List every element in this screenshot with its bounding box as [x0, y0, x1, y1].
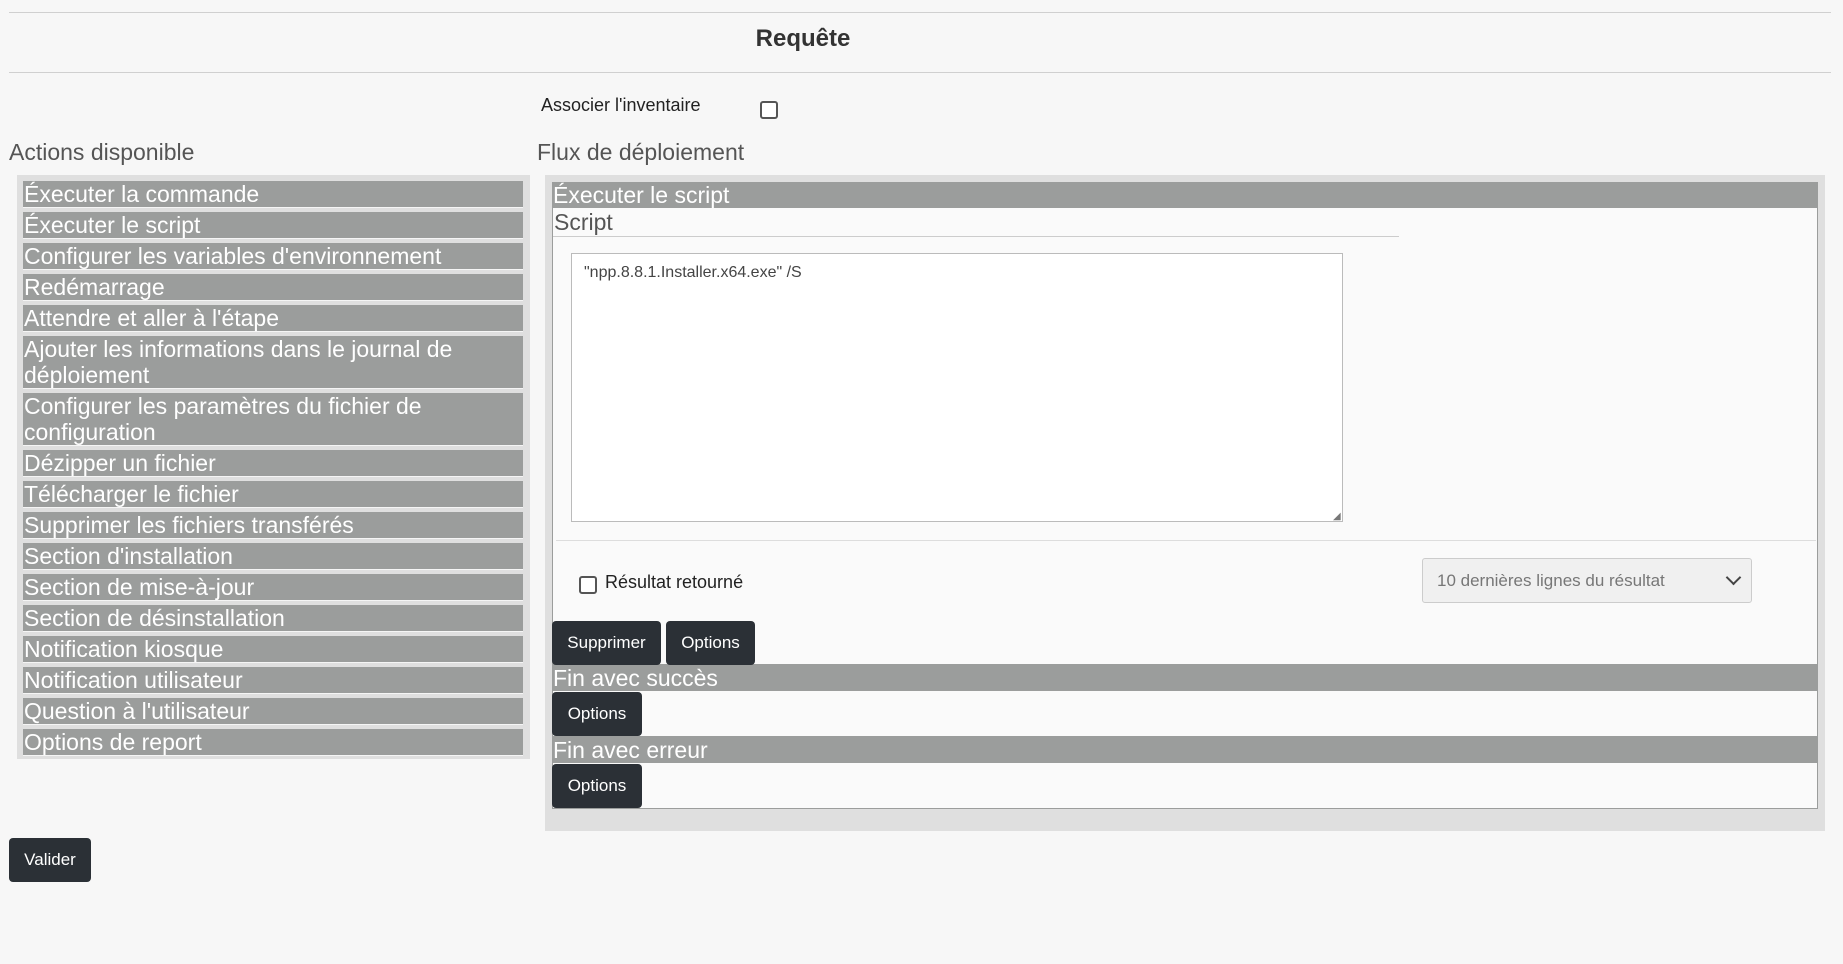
associate-inventory-label: Associer l'inventaire	[541, 95, 701, 115]
script-textarea[interactable]: "npp.8.8.1.Installer.x64.exe" /S	[571, 253, 1343, 522]
title-divider	[9, 72, 1831, 73]
action-item-download-file[interactable]: Télécharger le fichier	[23, 481, 523, 508]
action-item-add-log-info[interactable]: Ajouter les informations dans le journal…	[23, 336, 523, 389]
action-item-env-variables[interactable]: Configurer les variables d'environnement	[23, 243, 523, 270]
success-step-header[interactable]: Fin avec succès	[552, 665, 1818, 691]
action-item-unzip-file[interactable]: Dézipper un fichier	[23, 450, 523, 477]
action-item-postpone-options[interactable]: Options de report	[23, 729, 523, 756]
associate-inventory-checkbox[interactable]	[760, 101, 778, 119]
result-lines-select-value: 10 dernières lignes du résultat	[1437, 571, 1665, 590]
validate-button[interactable]: Valider	[9, 838, 91, 882]
action-item-uninstall-section[interactable]: Section de désinstallation	[23, 605, 523, 632]
action-item-kiosk-notification[interactable]: Notification kiosque	[23, 636, 523, 663]
script-step-body: Script "npp.8.8.1.Installer.x64.exe" /S …	[552, 208, 1818, 665]
deployment-flow-title: Flux de déploiement	[537, 139, 745, 165]
deployment-flow-panel: Éxecuter le script Script "npp.8.8.1.Ins…	[545, 175, 1825, 831]
action-item-user-notification[interactable]: Notification utilisateur	[23, 667, 523, 694]
top-divider	[9, 12, 1831, 13]
action-item-install-section[interactable]: Section d'installation	[23, 543, 523, 570]
flow-steps: Éxecuter le script Script "npp.8.8.1.Ins…	[552, 182, 1818, 809]
available-actions-panel: Éxecuter la commande Éxecuter le script …	[17, 175, 530, 759]
returned-result-label: Résultat retourné	[605, 572, 744, 592]
returned-result-checkbox[interactable]	[579, 576, 597, 594]
resize-grip-icon[interactable]: ◢	[1333, 512, 1343, 522]
success-step-body: Options	[552, 691, 1818, 737]
action-item-execute-command[interactable]: Éxecuter la commande	[23, 181, 523, 208]
action-item-update-section[interactable]: Section de mise-à-jour	[23, 574, 523, 601]
page-title: Requête	[755, 25, 851, 52]
script-step-header[interactable]: Éxecuter le script	[552, 182, 1818, 208]
result-lines-select[interactable]: 10 dernières lignes du résultat	[1422, 558, 1752, 603]
script-options-button[interactable]: Options	[666, 621, 755, 665]
error-options-button[interactable]: Options	[552, 764, 642, 808]
chevron-down-icon	[1725, 569, 1742, 586]
script-section-title: Script	[553, 208, 1399, 237]
success-options-button[interactable]: Options	[552, 692, 642, 736]
action-item-user-question[interactable]: Question à l'utilisateur	[23, 698, 523, 725]
action-item-execute-script[interactable]: Éxecuter le script	[23, 212, 523, 239]
action-item-wait-goto-step[interactable]: Attendre et aller à l'étape	[23, 305, 523, 332]
action-item-config-file-params[interactable]: Configurer les paramètres du fichier de …	[23, 393, 523, 446]
error-step-header[interactable]: Fin avec erreur	[552, 737, 1818, 763]
error-step-body: Options	[552, 763, 1818, 809]
script-divider	[556, 540, 1816, 541]
available-actions-title: Actions disponible	[9, 139, 195, 165]
action-list: Éxecuter la commande Éxecuter le script …	[23, 181, 523, 760]
delete-step-button[interactable]: Supprimer	[552, 621, 661, 665]
action-item-delete-transferred-files[interactable]: Supprimer les fichiers transférés	[23, 512, 523, 539]
action-item-reboot[interactable]: Redémarrage	[23, 274, 523, 301]
